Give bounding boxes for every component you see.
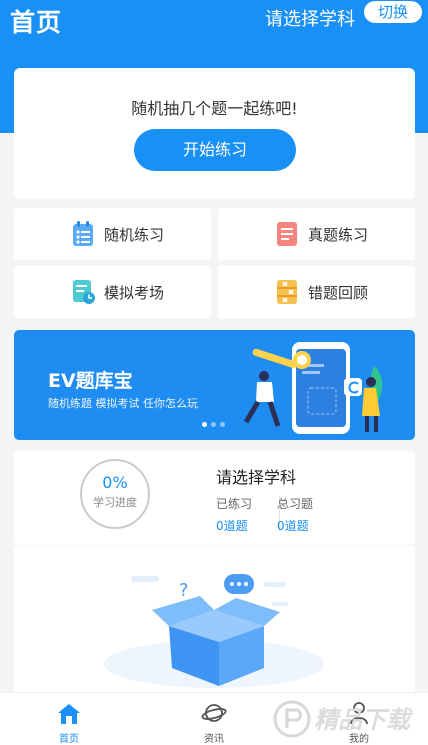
site-watermark-logo: 精品下载 [273,700,414,738]
practice-prompt: 随机抽几个题一起练吧! [131,99,298,118]
progress-label: 学习进度 [93,496,137,509]
subject-select-label[interactable]: 请选择学科 [265,5,355,31]
banner-pagination[interactable] [202,422,225,427]
tab-news[interactable]: 资讯 [174,693,254,745]
svg-text:精品下载: 精品下载 [314,706,414,734]
list-icon [72,221,94,247]
exam-clock-icon [72,279,95,305]
mode-wrong-review[interactable]: 错题回顾 [218,266,415,318]
planet-icon [201,704,227,722]
banner-dot[interactable] [220,422,225,427]
mode-past-exam-practice[interactable]: 真题练习 [218,208,415,260]
banner-dot[interactable] [211,422,216,427]
progress-ring: 0% 学习进度 [80,459,150,529]
practiced-label: 已练习 [216,497,253,511]
tab-label: 资讯 [204,734,224,745]
tab-home[interactable]: 首页 [29,693,109,745]
progress-subject[interactable]: 请选择学科 [216,464,296,488]
progress-percent: 0% [102,473,128,492]
study-progress-card: 0% 学习进度 请选择学科 已练习 0道题 总习题 0道题 [14,451,415,545]
mode-label: 模拟考场 [104,283,165,302]
promo-banner[interactable]: EV题库宝 随机练题 模拟考试 任你怎么玩 [14,330,415,440]
total-value: 0道题 [277,519,309,533]
banner-subtitle: 随机练题 模拟考试 任你怎么玩 [48,397,198,410]
empty-box-illustration: ? [104,574,324,688]
mode-label: 真题练习 [308,225,369,244]
mode-label: 错题回顾 [308,283,369,302]
practice-card: 随机抽几个题一起练吧! 开始练习 [14,68,415,199]
switch-subject-button[interactable]: 切换 [364,1,422,23]
empty-state: ? [14,546,415,692]
practiced-value: 0道题 [216,519,248,533]
start-practice-button[interactable]: 开始练习 [134,129,296,171]
banner-dot-active[interactable] [202,422,207,427]
home-icon [58,704,80,724]
page-title: 首页 [10,8,63,37]
tab-label: 首页 [59,734,79,745]
question-mark-icon: ? [179,580,189,601]
banner-illustration [243,342,383,434]
document-icon [276,221,298,247]
mode-mock-exam[interactable]: 模拟考场 [14,266,211,318]
total-label: 总习题 [277,497,314,511]
wrong-review-icon [276,279,298,305]
banner-title: EV题库宝 [48,370,133,392]
mode-label: 随机练习 [104,225,165,244]
mode-random-practice[interactable]: 随机练习 [14,208,211,260]
